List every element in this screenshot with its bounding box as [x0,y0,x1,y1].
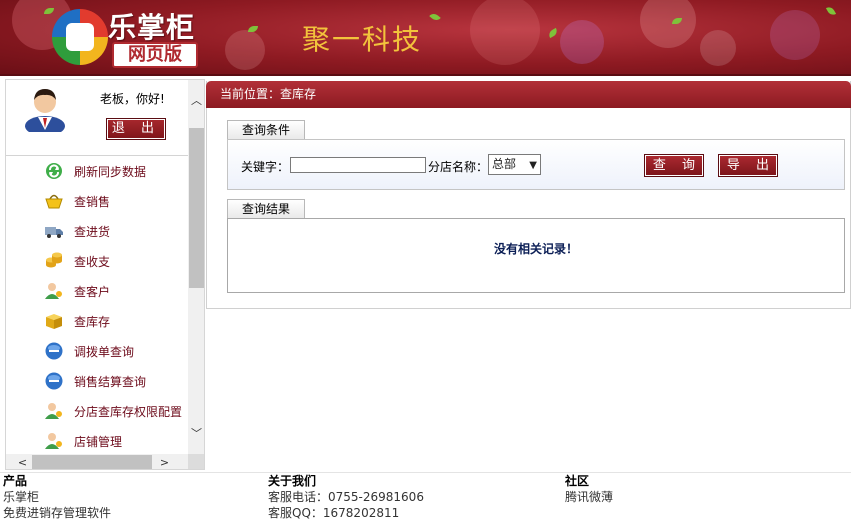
menu-item-inventory[interactable]: 查库存 [6,306,188,336]
vertical-scroll-thumb[interactable] [189,128,204,288]
query-section-title: 查询条件 [227,120,306,140]
sidebar-menu: 刷新同步数据 查销售 查进货 查收支 查客户 查库存 调拨单查询 销售结算查询 … [6,156,188,456]
menu-item-label: 查收支 [74,254,111,269]
greeting-text: 老板，你好! [100,92,165,106]
menu-item-label: 店铺管理 [74,434,123,449]
store-name-label: 分店名称： [428,160,489,174]
store-name-select[interactable]: 总部 ▼ [488,154,541,175]
leaf-decoration [825,5,837,17]
brand-name: 乐掌柜 [108,11,196,44]
menu-item-customers[interactable]: 查客户 [6,276,188,306]
user-permission-icon [45,403,62,419]
menu-item-income-expense[interactable]: 查收支 [6,246,188,276]
footer-heading: 产品 [3,474,28,488]
menu-item-sales-settlement[interactable]: 销售结算查询 [6,366,188,396]
circle-badge-icon [45,372,63,390]
leaf-decoration [547,27,559,39]
menu-item-label: 分店查库存权限配置 [74,404,183,419]
delivery-truck-icon [45,227,63,238]
main-panel: 当前位置：查库存 查询条件 关键字： 分店名称： 总部 ▼ 查 询 导 出 查询… [206,81,851,309]
circle-badge-icon [45,342,63,360]
menu-item-label: 刷新同步数据 [74,164,147,179]
bokeh-decoration [770,10,820,60]
shopping-basket-icon [45,194,63,209]
footer-link-product[interactable]: 乐掌柜 [3,489,111,505]
breadcrumb: 当前位置：查库存 [206,81,851,108]
brand-badge: 网页版 [112,42,198,68]
footer-heading[interactable]: 关于我们 [268,474,424,489]
leaf-decoration [248,26,258,32]
no-records-message: 没有相关记录！ [493,242,578,256]
search-button[interactable]: 查 询 [644,154,704,177]
keyword-label: 关键字： [241,160,290,174]
scroll-right-icon[interactable]: > [156,454,173,469]
footer-community-column: 社区 腾讯微薄 [565,474,613,505]
bokeh-decoration [225,30,265,70]
avatar [25,89,65,132]
scrollbar-corner [188,454,204,469]
company-name: 聚一科技 [302,23,423,56]
bokeh-decoration [470,0,540,65]
scroll-left-icon[interactable]: < [14,454,31,469]
menu-item-label: 调拨单查询 [74,344,135,359]
keyword-input[interactable] [290,157,426,173]
footer-link-weibo[interactable]: 腾讯微薄 [565,489,613,505]
menu-item-purchase[interactable]: 查进货 [6,216,188,246]
export-button[interactable]: 导 出 [718,154,778,177]
bokeh-decoration [560,20,604,64]
menu-item-sales[interactable]: 查销售 [6,186,188,216]
footer-phone: 客服电话：0755-26981606 [268,490,424,504]
footer-qq: 客服QQ：1678202811 [268,506,400,520]
customer-icon [45,283,62,299]
menu-item-refresh-sync[interactable]: 刷新同步数据 [6,156,188,186]
coins-icon [46,252,62,268]
footer-link-product-desc[interactable]: 免费进销存管理软件 [3,505,111,521]
footer: 产品 乐掌柜 免费进销存管理软件 关于我们 客服电话：0755-26981606… [0,472,851,531]
sidebar-vertical-scrollbar[interactable]: ︿ ﹀ [188,80,204,454]
result-section-title: 查询结果 [227,199,306,219]
brand-logo-icon [52,9,108,65]
menu-item-label: 销售结算查询 [74,374,147,389]
sidebar: 老板，你好! 退 出 刷新同步数据 查销售 查进货 查收支 查客户 查库存 调拨… [5,79,205,470]
query-conditions-box: 关键字： 分店名称： 总部 ▼ 查 询 导 出 [227,139,845,190]
sidebar-horizontal-scrollbar[interactable]: < > [6,454,188,469]
header-banner: 乐掌柜 网页版 聚一科技 [0,0,851,76]
horizontal-scroll-thumb[interactable] [32,455,152,469]
user-permission-icon [45,433,62,449]
leaf-decoration [429,11,441,23]
bokeh-decoration [700,30,736,66]
menu-item-store-inventory-permission[interactable]: 分店查库存权限配置 [6,396,188,426]
inventory-box-icon [46,314,62,329]
menu-item-transfer-query[interactable]: 调拨单查询 [6,336,188,366]
menu-item-label: 查销售 [74,194,111,209]
menu-item-label: 查进货 [74,224,111,239]
menu-item-store-management[interactable]: 店铺管理 [6,426,188,456]
footer-heading: 社区 [565,474,590,488]
bokeh-decoration [640,0,696,48]
scroll-down-icon[interactable]: ﹀ [188,425,204,442]
refresh-icon [46,163,62,179]
menu-item-label: 查客户 [74,284,111,299]
scroll-up-icon[interactable]: ︿ [188,92,204,109]
footer-products-column: 产品 乐掌柜 免费进销存管理软件 [3,474,111,521]
menu-item-label: 查库存 [74,314,111,329]
chevron-down-icon: ▼ [529,160,537,171]
footer-about-column: 关于我们 客服电话：0755-26981606 客服QQ：1678202811 [268,474,424,521]
store-select-value: 总部 [492,157,517,171]
query-results-box: 没有相关记录！ [227,218,845,293]
logout-button[interactable]: 退 出 [106,118,166,140]
